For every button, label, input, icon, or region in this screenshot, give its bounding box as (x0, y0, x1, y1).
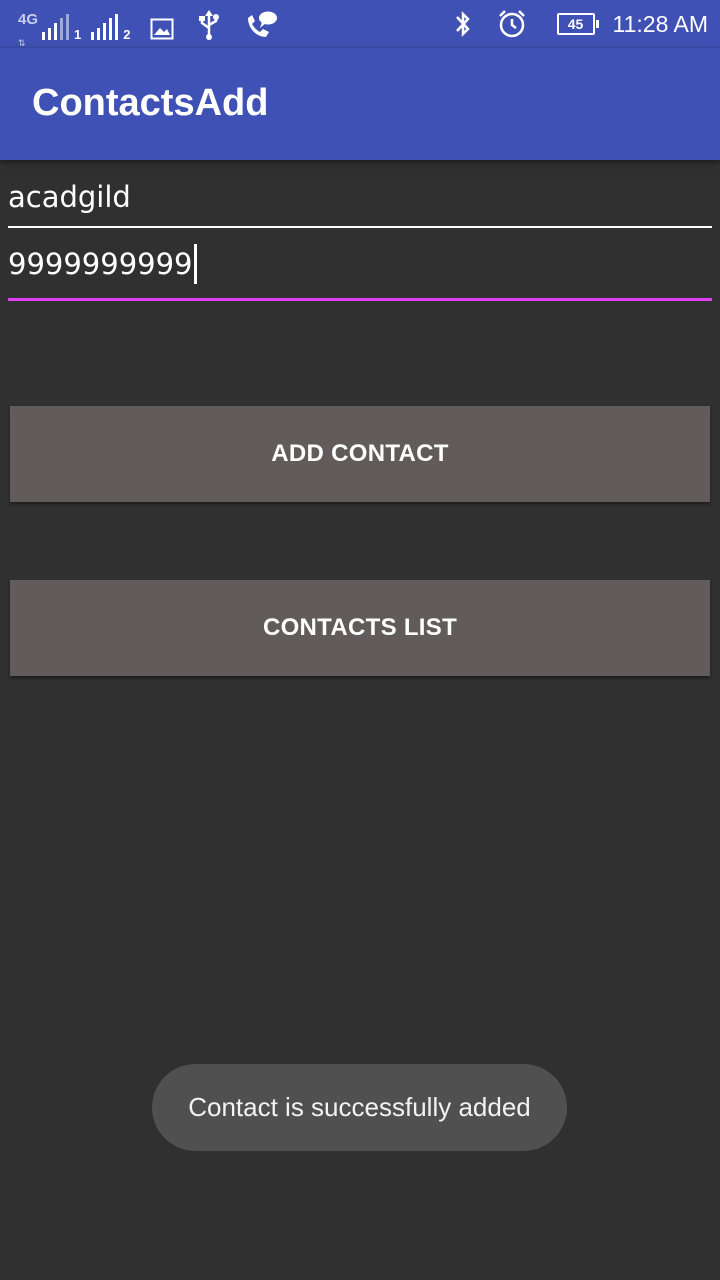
gallery-icon (150, 18, 174, 40)
network-type-label: 4G (18, 11, 39, 28)
app-screen: 4G ⇅ 1 2 45 11:28 AM ContactsAdd acadgil… (0, 0, 720, 1280)
sim2-label: 2 (123, 27, 131, 42)
usb-icon (198, 10, 220, 40)
app-title: ContactsAdd (32, 82, 269, 124)
battery-level: 45 (556, 13, 595, 35)
status-time: 11:28 AM (612, 10, 708, 37)
alarm-icon (497, 9, 527, 39)
phone-field-value[interactable]: 9999999999 (8, 249, 193, 279)
signal-icon (91, 14, 121, 40)
app-bar: ContactsAdd (0, 48, 720, 160)
network-indicator: 4G ⇅ (18, 12, 40, 49)
status-right: 45 11:28 AM (441, 6, 708, 42)
bluetooth-icon (453, 9, 473, 39)
signal-icon (42, 14, 72, 40)
status-bar: 4G ⇅ 1 2 45 11:28 AM (0, 0, 720, 49)
battery-tip (595, 20, 599, 28)
call-message-icon (244, 10, 278, 40)
add-contact-button[interactable]: ADD CONTACT (10, 406, 710, 502)
sim1-label: 1 (74, 27, 82, 42)
phone-field-wrapper[interactable]: 9999999999 (8, 244, 197, 284)
name-field[interactable]: acadgild (8, 168, 712, 228)
battery-icon: 45 (556, 13, 599, 35)
toast-message: Contact is successfully added (152, 1064, 567, 1151)
contacts-list-button[interactable]: CONTACTS LIST (10, 580, 710, 676)
status-left: 4G ⇅ 1 2 (18, 8, 290, 49)
name-field-value[interactable]: acadgild (8, 183, 131, 212)
text-cursor (193, 244, 197, 284)
phone-field[interactable]: 9999999999 (8, 240, 712, 301)
